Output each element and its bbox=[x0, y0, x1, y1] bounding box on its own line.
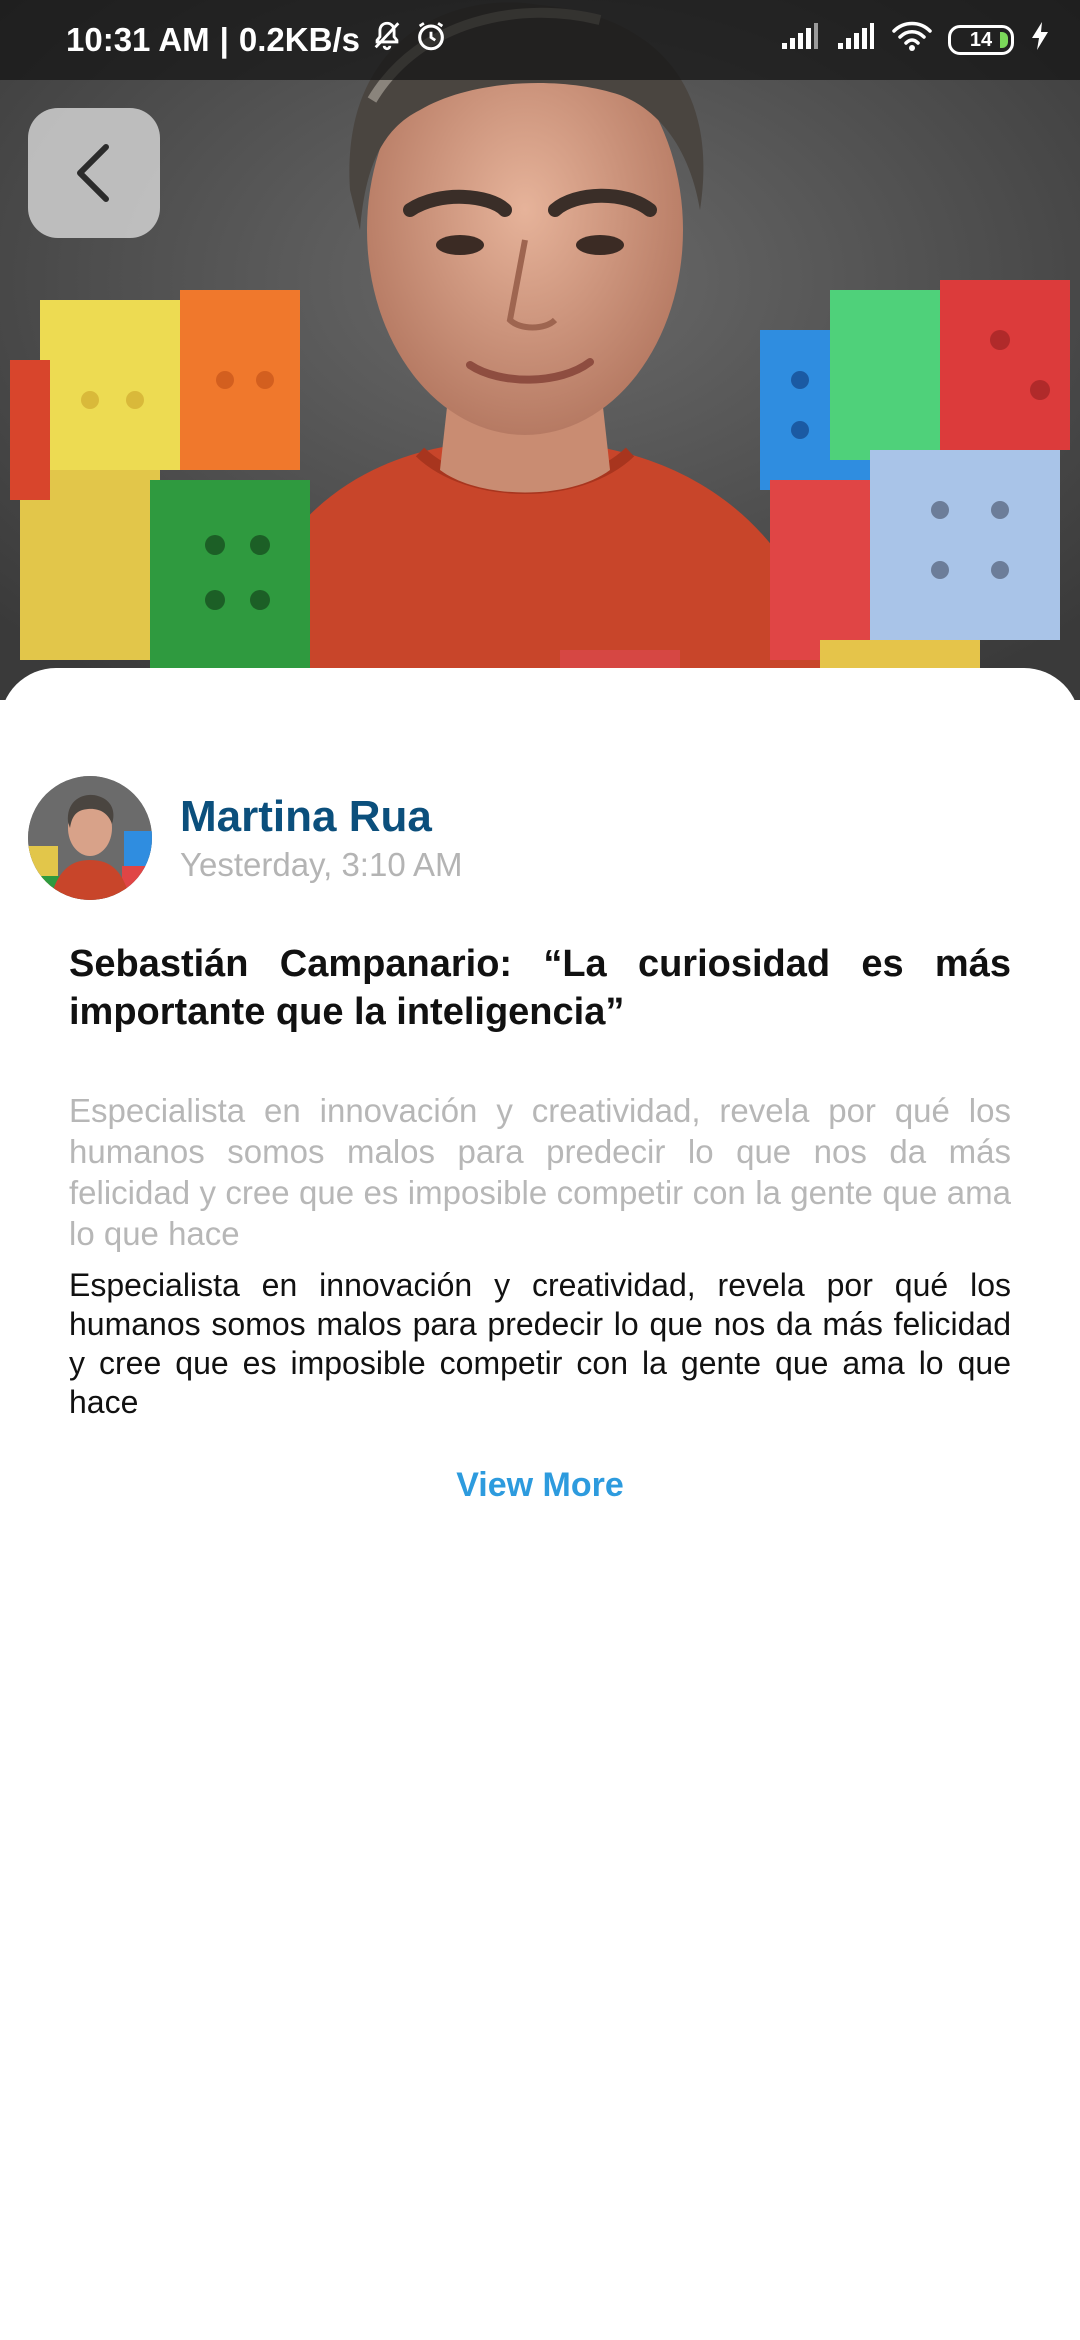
status-time: 10:31 AM bbox=[66, 21, 210, 58]
avatar-image bbox=[28, 776, 152, 900]
battery-icon: 14 bbox=[948, 25, 1014, 55]
cover-photo-illustration bbox=[0, 0, 1080, 700]
article-detail-screen: 10:31 AM | 0.2KB/s 14 Martina Rua Yester… bbox=[0, 0, 1080, 2340]
network-speed: 0.2KB/s bbox=[238, 21, 360, 58]
wifi-icon bbox=[892, 20, 932, 60]
charging-icon bbox=[1030, 21, 1050, 59]
alarm-icon bbox=[414, 19, 448, 61]
view-more-button[interactable]: View More bbox=[0, 1466, 1080, 1505]
chevron-left-icon bbox=[77, 144, 109, 202]
article-title: Sebastián Campanario: “La curiosidad es … bbox=[69, 943, 1011, 1033]
signal-icon bbox=[836, 21, 876, 59]
article-subtitle: Especialista en innovación y creatividad… bbox=[69, 1092, 1011, 1252]
article-body: Especialista en innovación y creatividad… bbox=[69, 1267, 1011, 1420]
article-card: Martina Rua Yesterday, 3:10 AM Sebastián… bbox=[0, 668, 1080, 2340]
status-left: 10:31 AM | 0.2KB/s bbox=[66, 19, 448, 61]
status-right: 14 bbox=[780, 20, 1050, 60]
notifications-off-icon bbox=[370, 19, 404, 61]
post-timestamp: Yesterday, 3:10 AM bbox=[180, 846, 463, 883]
avatar[interactable] bbox=[28, 776, 152, 900]
status-bar: 10:31 AM | 0.2KB/s 14 bbox=[0, 0, 1080, 80]
author-name[interactable]: Martina Rua bbox=[180, 791, 463, 843]
status-separator: | bbox=[219, 21, 229, 58]
article-cover-image bbox=[0, 0, 1080, 700]
author-row: Martina Rua Yesterday, 3:10 AM bbox=[28, 776, 463, 900]
signal-icon bbox=[780, 21, 820, 59]
back-button[interactable] bbox=[28, 108, 160, 238]
battery-level: 14 bbox=[969, 28, 993, 51]
author-info: Martina Rua Yesterday, 3:10 AM bbox=[180, 791, 463, 885]
